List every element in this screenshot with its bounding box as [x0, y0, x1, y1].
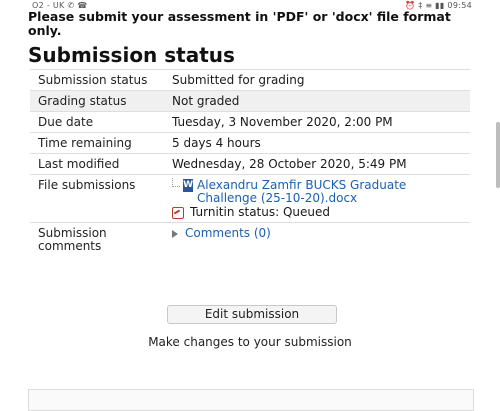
table-row: Due date Tuesday, 3 November 2020, 2:00 … [30, 111, 470, 133]
file-submissions-value: W Alexandru Zamfir BUCKS Graduate Challe… [164, 174, 470, 223]
time-remaining-label: Time remaining [30, 132, 164, 154]
submission-comments-label: Submission comments [30, 222, 164, 256]
grading-status-label: Grading status [30, 90, 164, 112]
submission-comments-value: Comments (0) [164, 222, 470, 256]
table-row: Grading status Not graded [30, 90, 470, 112]
submission-status-label: Submission status [30, 69, 164, 91]
submitted-file-link[interactable]: Alexandru Zamfir BUCKS Graduate Challeng… [197, 179, 462, 205]
scrollbar[interactable] [496, 122, 500, 188]
turnitin-status-text: Turnitin status: Queued [190, 205, 331, 219]
table-row: Submission status Submitted for grading [30, 69, 470, 91]
table-row: Submission comments Comments (0) [30, 222, 470, 256]
word-document-icon: W [183, 179, 194, 192]
submitted-file: W Alexandru Zamfir BUCKS Graduate Challe… [172, 178, 462, 205]
submission-status-table: Submission status Submitted for grading … [30, 69, 470, 256]
table-row: Time remaining 5 days 4 hours [30, 132, 470, 154]
edit-submission-button[interactable]: Edit submission [167, 305, 337, 324]
submission-status-value: Submitted for grading [164, 69, 470, 91]
comments-link[interactable]: Comments (0) [185, 227, 271, 240]
table-row: Last modified Wednesday, 28 October 2020… [30, 153, 470, 175]
file-submissions-label: File submissions [30, 174, 164, 223]
due-date-value: Tuesday, 3 November 2020, 2:00 PM [164, 111, 470, 133]
edit-submission-hint: Make changes to your submission [148, 335, 352, 349]
turnitin-icon [172, 206, 184, 219]
due-date-label: Due date [30, 111, 164, 133]
comments-toggle[interactable]: Comments (0) [172, 227, 462, 240]
table-row: File submissions W Alexandru Zamfir BUCK… [30, 174, 470, 223]
tree-connector [172, 178, 181, 187]
next-section-card [28, 389, 474, 411]
time-remaining-value: 5 days 4 hours [164, 132, 470, 154]
last-modified-label: Last modified [30, 153, 164, 175]
last-modified-value: Wednesday, 28 October 2020, 5:49 PM [164, 153, 470, 175]
page-title: Submission status [28, 43, 235, 67]
expand-triangle-icon[interactable] [172, 229, 178, 238]
format-notice: Please submit your assessment in 'PDF' o… [28, 9, 451, 38]
turnitin-status: Turnitin status: Queued [172, 206, 462, 219]
grading-status-value: Not graded [164, 90, 470, 112]
